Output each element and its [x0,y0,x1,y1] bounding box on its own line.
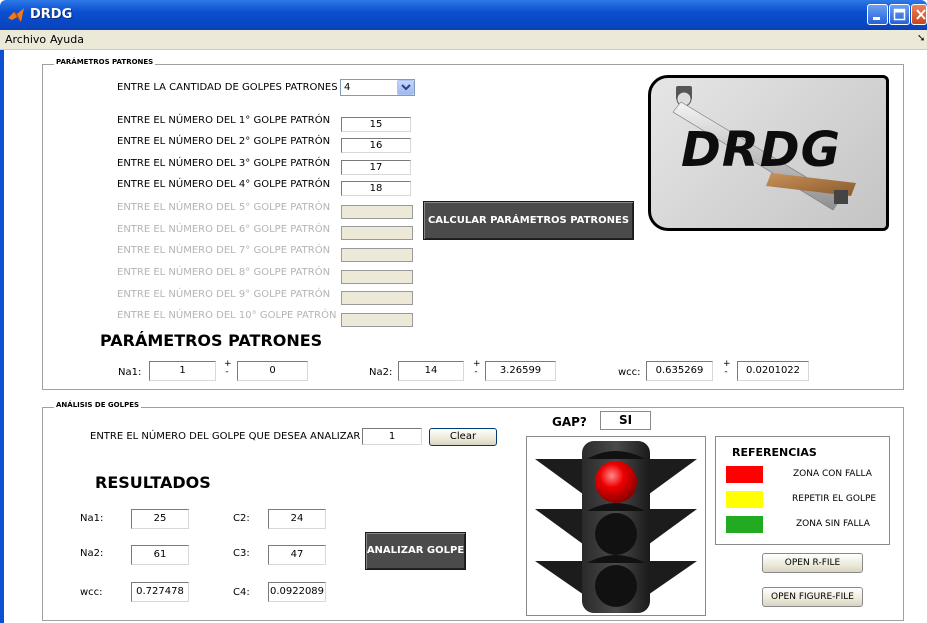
minus-sign: - [225,367,229,377]
close-button[interactable] [911,4,927,25]
golpe-analizar-input[interactable]: 1 [362,428,422,445]
menu-ayuda[interactable]: Ayuda [50,33,84,46]
c3-result[interactable]: 47 [268,545,326,565]
na2-value[interactable]: 14 [398,361,464,381]
red-swatch [726,466,763,483]
chevron-down-icon [401,84,411,91]
minimize-button[interactable] [867,4,888,25]
green-swatch [726,516,763,533]
minus-sign: - [474,367,478,377]
golpe-label: ENTRE EL NÚMERO DEL 5° GOLPE PATRÓN [117,202,331,213]
golpe-label: ENTRE EL NÚMERO DEL 3° GOLPE PATRÓN [117,158,331,169]
section-title-parametros: PARÁMETROS PATRONES [100,331,323,350]
c2-label: C2: [233,513,250,524]
window-title: DRDG [30,7,73,22]
panel-title: PARÁMETROS PATRONES [54,58,156,66]
logo-text: DRDG [681,122,842,178]
traffic-light-panel [526,436,706,616]
na2-dev[interactable]: 3.26599 [485,361,556,381]
c4-result[interactable]: 0.0922089 [268,582,326,602]
panel-title: ANÁLISIS DE GOLPES [54,401,142,409]
golpe-input[interactable]: 16 [341,138,411,153]
golpe-analizar-label: ENTRE EL NÚMERO DEL GOLPE QUE DESEA ANAL… [90,431,361,442]
na2-result-label: Na2: [80,548,104,559]
golpe-input[interactable] [341,248,413,262]
green-light [595,565,637,607]
golpe-label: ENTRE EL NÚMERO DEL 8° GOLPE PATRÓN [117,267,331,278]
c2-result[interactable]: 24 [268,509,326,529]
dropdown-button[interactable] [397,80,414,95]
ref-label: REPETIR EL GOLPE [792,494,877,504]
wcc-dev[interactable]: 0.0201022 [737,361,809,381]
menu-archivo[interactable]: Archivo [5,33,46,46]
gap-label: GAP? [552,415,587,429]
na1-result[interactable]: 25 [131,509,189,529]
clear-button[interactable]: Clear [429,428,497,446]
golpe-label: ENTRE EL NÚMERO DEL 7° GOLPE PATRÓN [117,245,331,256]
golpe-label: ENTRE EL NÚMERO DEL 1° GOLPE PATRÓN [117,115,331,126]
c3-label: C3: [233,548,250,559]
c4-label: C4: [233,587,250,598]
ref-label: ZONA CON FALLA [793,469,872,479]
golpe-label: ENTRE EL NÚMERO DEL 9° GOLPE PATRÓN [117,289,331,300]
golpe-label: ENTRE EL NÚMERO DEL 4° GOLPE PATRÓN [117,179,331,190]
yellow-light [595,513,637,555]
minus-sign: - [724,367,728,377]
app-window: DRDG Archivo Ayuda ➘ PARÁMETROS PATRONES… [0,0,927,623]
toolbar-arrow-icon[interactable]: ➘ [917,33,925,44]
title-bar[interactable] [0,0,927,30]
gap-value: SI [600,411,651,430]
golpe-input[interactable]: 18 [341,181,411,196]
na2-result[interactable]: 61 [131,545,189,565]
red-light [595,461,637,503]
matlab-icon [8,8,24,22]
na1-label: Na1: [118,367,142,378]
na1-dev[interactable]: 0 [237,361,308,381]
wcc-label: wcc: [618,367,641,378]
maximize-icon [893,8,906,21]
golpe-input[interactable] [341,313,413,327]
menu-bar [0,30,927,50]
drdg-logo: DRDG [648,75,889,231]
open-figure-file-button[interactable]: OPEN FIGURE-FILE [762,587,863,607]
calcular-parametros-button[interactable]: CALCULAR PARÁMETROS PATRONES [423,201,634,240]
na1-value[interactable]: 1 [149,361,216,381]
close-icon [916,9,926,20]
golpe-input[interactable] [341,226,413,240]
wcc-value[interactable]: 0.635269 [646,361,713,381]
na1-result-label: Na1: [80,513,104,524]
cantidad-label: ENTRE LA CANTIDAD DE GOLPES PATRONES [117,82,338,93]
analizar-golpe-button[interactable]: ANALIZAR GOLPE [365,532,466,570]
golpe-input[interactable]: 17 [341,160,411,175]
wcc-result-label: wcc: [80,587,103,598]
na2-label: Na2: [369,367,393,378]
golpe-label: ENTRE EL NÚMERO DEL 2° GOLPE PATRÓN [117,136,331,147]
wcc-result[interactable]: 0.727478 [131,582,189,602]
section-title-resultados: RESULTADOS [95,473,211,492]
golpe-input[interactable] [341,291,413,305]
golpe-input[interactable] [341,270,413,284]
maximize-button[interactable] [889,4,910,25]
golpe-label: ENTRE EL NÚMERO DEL 6° GOLPE PATRÓN [117,224,331,235]
minimize-icon [873,17,880,20]
yellow-swatch [726,491,763,508]
referencias-title: REFERENCIAS [732,446,817,459]
ref-label: ZONA SIN FALLA [796,519,870,529]
open-r-file-button[interactable]: OPEN R-FILE [762,553,863,573]
traffic-light-icon [535,441,697,613]
golpe-input[interactable] [341,205,413,219]
window-frame [0,50,4,623]
golpe-input[interactable]: 15 [341,117,411,132]
golpe-label: ENTRE EL NÚMERO DEL 10° GOLPE PATRÓN [117,310,337,321]
